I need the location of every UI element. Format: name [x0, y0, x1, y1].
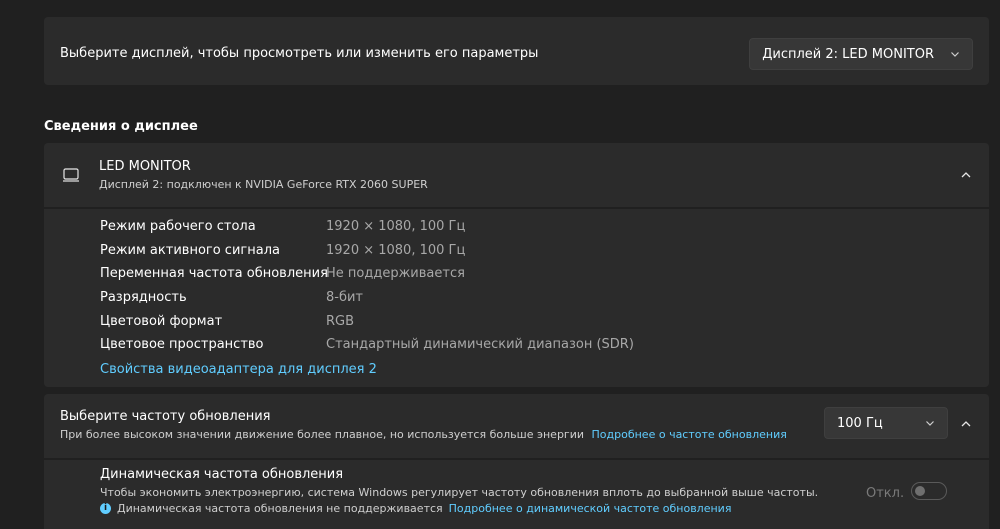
- dynamic-refresh-learn-more-link[interactable]: Подробнее о динамической частоте обновле…: [449, 502, 732, 515]
- info-value: RGB: [326, 314, 355, 329]
- info-value: Стандартный динамический диапазон (SDR): [326, 337, 634, 352]
- dynamic-refresh-note-text: Динамическая частота обновления не подде…: [117, 502, 443, 515]
- refresh-rate-dropdown[interactable]: 100 Гц: [824, 407, 948, 439]
- info-icon: i: [100, 503, 111, 514]
- display-dropdown[interactable]: Дисплей 2: LED MONITOR: [749, 38, 973, 70]
- chevron-down-icon: [926, 421, 934, 426]
- refresh-rate-value: 100 Гц: [837, 415, 883, 431]
- monitor-icon: [63, 168, 79, 182]
- dynamic-refresh-description: Чтобы экономить электроэнергию, система …: [100, 486, 819, 499]
- dynamic-refresh-card: Динамическая частота обновления Чтобы эк…: [44, 460, 989, 529]
- chevron-up-icon[interactable]: [958, 167, 974, 183]
- info-value: 1920 × 1080, 100 Гц: [326, 219, 466, 234]
- chevron-up-icon[interactable]: [958, 416, 974, 432]
- display-info-header[interactable]: LED MONITOR Дисплей 2: подключен к NVIDI…: [44, 143, 989, 207]
- display-select-card: Выберите дисплей, чтобы просмотреть или …: [44, 17, 989, 85]
- page-title-fragment: [392, 0, 592, 2]
- dynamic-refresh-toggle[interactable]: [911, 482, 947, 500]
- chevron-down-icon: [951, 52, 959, 57]
- monitor-subtitle: Дисплей 2: подключен к NVIDIA GeForce RT…: [99, 178, 428, 191]
- refresh-rate-title: Выберите частоту обновления: [60, 409, 271, 424]
- section-title: Сведения о дисплее: [44, 119, 198, 134]
- display-select-label: Выберите дисплей, чтобы просмотреть или …: [60, 46, 539, 61]
- info-value: 8-бит: [326, 290, 364, 305]
- refresh-rate-header: Выберите частоту обновления При более вы…: [44, 394, 989, 458]
- info-value: Не поддерживается: [326, 266, 465, 281]
- refresh-rate-description-text: При более высоком значении движение боле…: [60, 428, 585, 441]
- toggle-knob: [915, 486, 925, 496]
- info-value: 1920 × 1080, 100 Гц: [326, 243, 466, 258]
- display-dropdown-value: Дисплей 2: LED MONITOR: [762, 46, 934, 62]
- dynamic-refresh-toggle-label: Откл.: [866, 486, 905, 501]
- info-key: Цветовое пространство: [100, 337, 264, 352]
- info-key: Режим активного сигнала: [100, 243, 280, 258]
- info-key: Цветовой формат: [100, 314, 223, 329]
- info-key: Переменная частота обновления: [100, 266, 328, 281]
- adapter-properties-link[interactable]: Свойства видеоадаптера для дисплея 2: [100, 362, 377, 377]
- dynamic-refresh-note: i Динамическая частота обновления не под…: [100, 502, 731, 515]
- info-key: Режим рабочего стола: [100, 219, 256, 234]
- info-key: Разрядность: [100, 290, 187, 305]
- dynamic-refresh-title: Динамическая частота обновления: [100, 467, 344, 482]
- refresh-rate-description: При более высоком значении движение боле…: [60, 428, 787, 441]
- refresh-rate-learn-more-link[interactable]: Подробнее о частоте обновления: [592, 428, 787, 441]
- monitor-name: LED MONITOR: [99, 159, 191, 174]
- display-info-body: Режим рабочего стола 1920 × 1080, 100 Гц…: [44, 209, 989, 387]
